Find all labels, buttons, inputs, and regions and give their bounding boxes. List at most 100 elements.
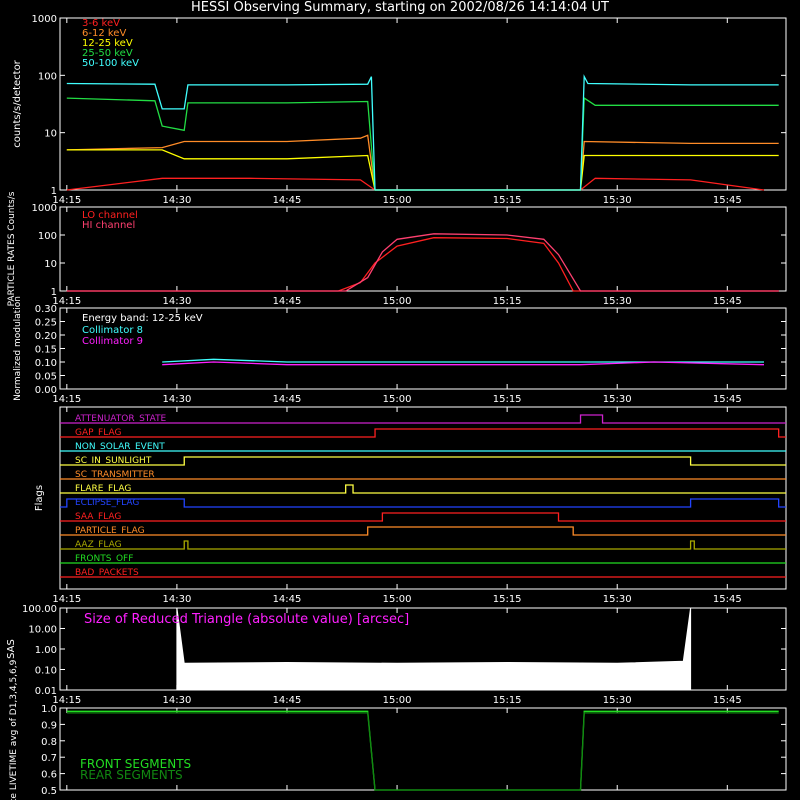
y-axis-label: counts/s/detector <box>12 59 23 147</box>
x-tick-label: 15:30 <box>603 594 632 605</box>
legend-entry: REAR SEGMENTS <box>80 768 183 782</box>
x-tick-label: 15:30 <box>603 695 632 706</box>
flag-label: FLARE_FLAG <box>75 484 131 494</box>
y-tick-label: 0.15 <box>35 345 57 356</box>
y-tick-label: 10 <box>44 259 57 270</box>
y-tick-label: 0.10 <box>35 358 57 369</box>
x-tick-label: 15:00 <box>383 296 412 307</box>
flag-label: NON_SOLAR_EVENT <box>75 442 165 452</box>
series-line <box>66 149 779 191</box>
series-line <box>66 237 779 292</box>
panel-flags: 14:15 14:30 14:45 15:00 15:15 15:30 15:45Flags… <box>34 406 787 605</box>
x-tick-label: 15:30 <box>603 296 632 307</box>
panel-sas: 14:15 14:30 14:45 15:00 15:15 15:30 15:450.010… <box>6 604 787 706</box>
flag-label: ATTENUATOR_STATE <box>75 414 167 424</box>
series-line <box>162 358 764 363</box>
y-tick-label: 10 <box>44 129 57 140</box>
x-tick-label: 15:15 <box>493 195 522 206</box>
y-tick-label: 1 <box>51 186 57 197</box>
y-tick-label: 1.00 <box>35 645 57 656</box>
y-tick-label: 0.20 <box>35 331 57 342</box>
x-tick-label: 15:15 <box>493 394 522 405</box>
x-tick-label: 15:45 <box>713 695 742 706</box>
legend-entry: Collimator 9 <box>82 336 143 347</box>
legend-entry: Collimator 8 <box>82 325 143 336</box>
series-line <box>66 177 765 191</box>
flag-label: AAZ_FLAG <box>75 540 122 550</box>
y-tick-label: 0.00 <box>35 385 57 396</box>
y-tick-label: 1000 <box>32 14 57 25</box>
y-tick-label: 0.05 <box>35 372 57 383</box>
legend-entry: 50-100 keV <box>82 58 139 69</box>
series-line <box>66 233 779 292</box>
x-tick-label: 15:45 <box>713 394 742 405</box>
flag-label: ECLIPSE_FLAG <box>75 498 139 508</box>
series-line <box>66 74 779 191</box>
y-axis-label: SAS <box>6 639 17 659</box>
y-tick-label: 100 <box>38 71 57 82</box>
panel-frame <box>59 206 787 292</box>
x-tick-label: 15:45 <box>713 296 742 307</box>
x-tick-label: 14:30 <box>162 394 191 405</box>
flag-line <box>60 526 786 536</box>
y-tick-label: 10.00 <box>28 625 57 636</box>
y-tick-label: 0.7 <box>41 753 57 764</box>
flag-line <box>60 428 786 438</box>
x-tick-label: 14:45 <box>273 296 302 307</box>
y-tick-label: 0.25 <box>35 318 57 329</box>
y-axis-label: Normalized modulation <box>13 296 23 401</box>
series-line <box>66 134 779 191</box>
panel-modulation: 14:15 14:30 14:45 15:00 15:15 15:30 15:450.000… <box>13 296 787 405</box>
y-axis-label: PARTICLE RATES Counts/s <box>7 191 17 306</box>
x-tick-label: 14:45 <box>273 695 302 706</box>
sas-annotation: Size of Reduced Triangle (absolute value… <box>84 612 409 627</box>
summary-figure: 14:15 14:30 14:45 15:00 15:15 15:30 15:4511010… <box>6 14 787 800</box>
y-tick-label: 0.10 <box>35 666 57 677</box>
panel-particle-rates: 14:15 14:30 14:45 15:00 15:15 15:30 15:4511010… <box>7 191 787 307</box>
panel-frame <box>59 17 787 191</box>
y-tick-label: 0.30 <box>35 304 57 315</box>
y-tick-label: 1000 <box>32 203 57 214</box>
y-tick-label: 0.9 <box>41 720 57 731</box>
flag-label: FRONTS_OFF <box>75 554 133 564</box>
x-tick-label: 14:30 <box>162 695 191 706</box>
y-tick-label: 0.5 <box>41 786 57 797</box>
y-axis-label: Mon. Rate LIVETIME avg of D1,3,4,5,6,9 <box>9 659 19 800</box>
y-tick-label: 1.0 <box>41 704 57 715</box>
x-tick-label: 15:15 <box>493 695 522 706</box>
x-tick-label: 14:30 <box>162 195 191 206</box>
x-tick-label: 15:45 <box>713 195 742 206</box>
y-tick-label: 100.00 <box>22 604 57 615</box>
x-tick-label: 15:00 <box>383 394 412 405</box>
x-tick-label: 14:30 <box>162 296 191 307</box>
flag-line <box>60 414 786 424</box>
flag-line <box>60 498 786 508</box>
flag-label: PARTICLE_FLAG <box>75 526 145 536</box>
x-tick-label: 15:30 <box>603 195 632 206</box>
flag-label: GAP_FLAG <box>75 428 121 438</box>
y-tick-label: 0.6 <box>41 770 57 781</box>
energy-band-label: Energy band: 12-25 keV <box>82 313 203 324</box>
y-tick-label: 100 <box>38 231 57 242</box>
panel-frame <box>59 406 787 590</box>
legend-entry: HI channel <box>82 220 135 231</box>
x-tick-label: 15:15 <box>493 594 522 605</box>
x-tick-label: 15:15 <box>493 296 522 307</box>
x-tick-label: 14:45 <box>273 195 302 206</box>
y-tick-label: 0.01 <box>35 686 57 697</box>
y-tick-label: 0.8 <box>41 737 57 748</box>
x-tick-label: 15:00 <box>383 594 412 605</box>
x-tick-label: 14:45 <box>273 394 302 405</box>
panel-count-rates: 14:15 14:30 14:45 15:00 15:15 15:30 15:4511010… <box>12 14 787 206</box>
flag-label: BAD_PACKETS <box>75 568 139 578</box>
flag-line <box>60 540 786 550</box>
y-axis-label: Flags <box>34 485 45 511</box>
x-tick-label: 15:45 <box>713 594 742 605</box>
x-tick-label: 15:00 <box>383 195 412 206</box>
flag-line <box>60 484 786 494</box>
x-tick-label: 14:30 <box>162 594 191 605</box>
x-tick-label: 15:00 <box>383 695 412 706</box>
flag-line <box>60 512 786 522</box>
flag-line <box>60 456 786 466</box>
x-tick-label: 14:45 <box>273 594 302 605</box>
